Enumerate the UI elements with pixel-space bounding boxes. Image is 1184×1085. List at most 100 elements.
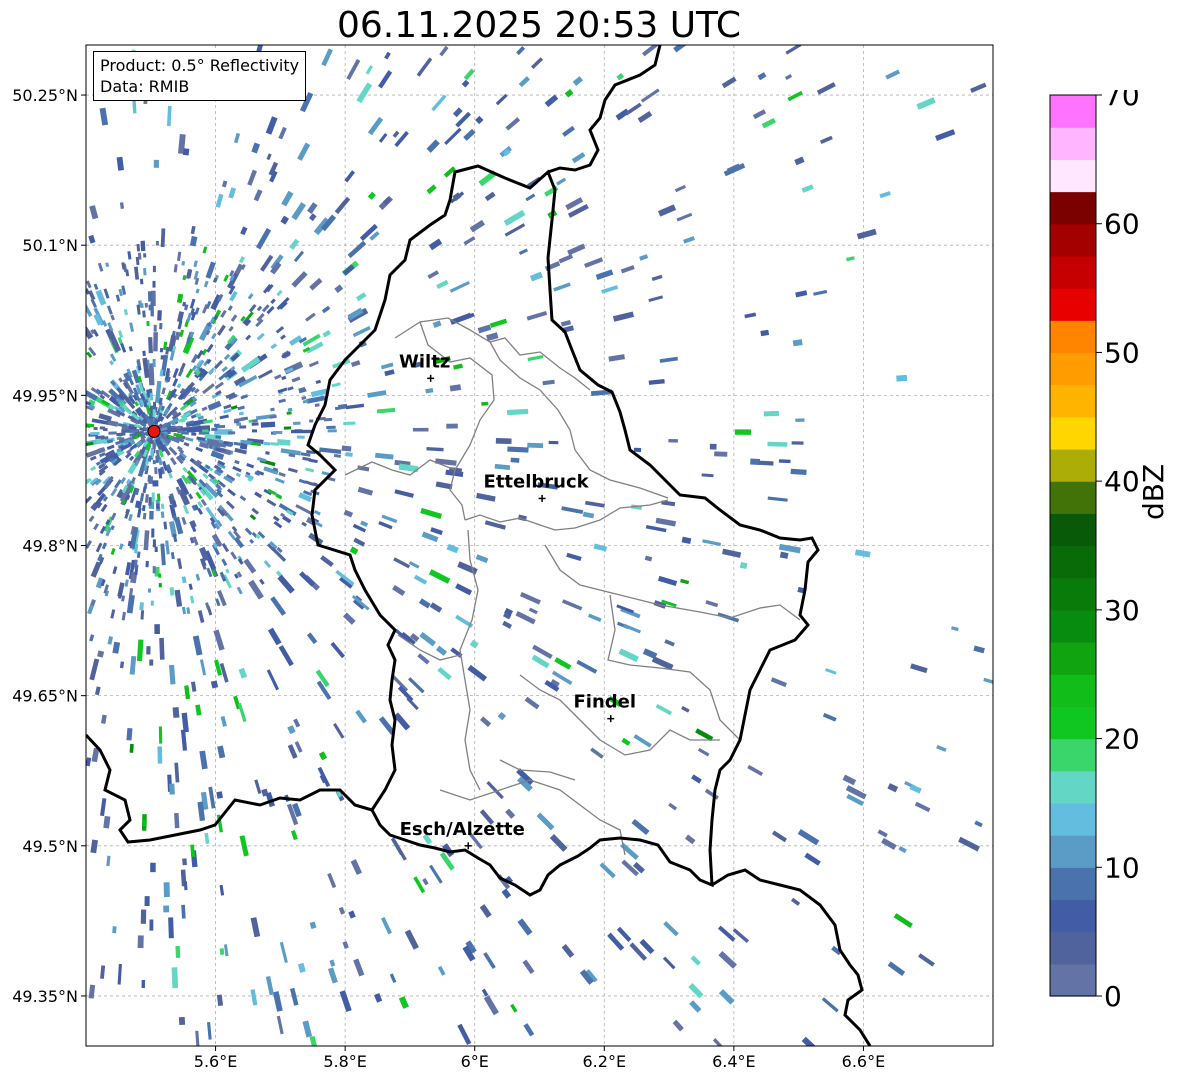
colorbar-band <box>1050 899 1096 933</box>
colorbar-tick-label: 20 <box>1104 723 1140 756</box>
colorbar-ticks: 0 10 20 30 40 50 60 70 <box>1096 79 1140 1013</box>
colorbar-band <box>1050 770 1096 804</box>
radar-echo <box>343 421 356 426</box>
radar-echo <box>152 460 156 465</box>
radar-echo <box>152 280 156 288</box>
radar-echo <box>152 359 156 367</box>
radar-echo <box>153 332 158 352</box>
colorbar-band <box>1050 127 1096 160</box>
radar-echo <box>291 429 313 434</box>
city-label: Findel <box>573 692 636 713</box>
radar-echo <box>506 408 529 416</box>
radar-echo <box>160 355 164 360</box>
radar-echo <box>148 337 153 354</box>
radar-echo <box>152 265 156 273</box>
data-source-label: Data: RMIB <box>100 77 190 96</box>
colorbar-band <box>1050 738 1096 772</box>
radar-echo <box>153 324 157 332</box>
colorbar-band <box>1050 609 1096 643</box>
radar-echo <box>150 862 156 873</box>
radar-echo <box>790 468 807 475</box>
radar-echo <box>767 441 788 447</box>
radar-echo <box>778 459 791 464</box>
radar-echo <box>148 497 152 506</box>
radar-echo <box>323 417 333 422</box>
colorbar-band <box>1050 802 1096 836</box>
radar-echo <box>146 646 151 655</box>
colorbar-tick-label: 30 <box>1104 594 1140 627</box>
colorbar-tick-label: 50 <box>1104 336 1140 369</box>
lat-tick-label: 49.35°N <box>12 987 78 1006</box>
product-info-box: Product: 0.5° Reflectivity Data: RMIB <box>93 51 307 101</box>
radar-echo <box>345 452 353 457</box>
colorbar-tick-label: 10 <box>1104 851 1140 884</box>
radar-echo <box>155 240 159 246</box>
radar-echo <box>144 896 150 907</box>
radar-echo <box>156 503 160 510</box>
radar-echo <box>142 310 146 318</box>
radar-echo <box>202 426 208 430</box>
radar-echo <box>99 426 106 430</box>
colorbar-band <box>1050 577 1096 611</box>
radar-echo <box>160 503 165 510</box>
radar-echo <box>136 243 141 252</box>
radar-echo <box>158 726 163 744</box>
radar-echo <box>126 728 133 741</box>
radar-echo <box>140 240 146 252</box>
lat-tick-label: 49.5°N <box>22 837 78 856</box>
radar-echo <box>150 600 154 606</box>
radar-site-dot <box>147 424 161 438</box>
radar-echo <box>633 447 642 453</box>
radar-echo <box>137 935 144 949</box>
radar-echo <box>260 421 276 428</box>
radar-echo <box>152 480 159 487</box>
radar-echo <box>169 783 175 795</box>
radar-echo <box>163 905 170 913</box>
radar-echo <box>709 443 717 450</box>
radar-echo <box>149 392 154 401</box>
lon-tick-label: 6.2°E <box>583 1052 627 1071</box>
colorbar-band <box>1050 867 1096 901</box>
radar-echo <box>202 429 209 433</box>
colorbar-band <box>1050 352 1096 386</box>
radar-echo <box>149 659 154 666</box>
radar-echo <box>112 926 117 934</box>
radar-echo <box>143 253 147 258</box>
colorbar-label: dBZ <box>1137 463 1170 520</box>
colorbar-band <box>1050 835 1096 868</box>
radar-echo <box>121 429 131 433</box>
colorbar-band <box>1050 191 1096 225</box>
radar-map-canvas: Wiltz Ettelbruck Findel Esch/Alzette 5.6°E 5… <box>12 44 994 1071</box>
city-label: Ettelbruck <box>484 471 590 492</box>
radar-echo <box>168 917 174 939</box>
radar-echo <box>154 624 160 635</box>
lon-tick-label: 6.6°E <box>842 1052 886 1071</box>
radar-echo <box>527 442 544 449</box>
radar-echo <box>326 425 336 430</box>
radar-echo <box>216 791 223 799</box>
radar-echo <box>140 303 144 309</box>
lon-tick-label: 5.8°E <box>323 1052 367 1071</box>
radar-echo <box>140 610 145 620</box>
colorbar-tick-label: 60 <box>1104 208 1140 241</box>
radar-echo <box>178 1016 186 1026</box>
radar-echo <box>252 419 258 423</box>
colorbar-band <box>1050 159 1096 193</box>
radar-echo <box>763 410 779 417</box>
colorbar-band <box>1050 931 1096 965</box>
radar-echo <box>156 493 161 502</box>
radar-echo <box>293 421 301 426</box>
radar-echo <box>296 435 305 439</box>
radar-echo <box>108 431 117 435</box>
colorbar-band <box>1050 963 1096 997</box>
radar-echo <box>154 467 158 474</box>
radar-echo <box>412 427 429 432</box>
radar-echo <box>714 451 728 457</box>
radar-echo <box>228 431 236 435</box>
radar-echo <box>145 560 149 568</box>
radar-echo <box>159 322 163 330</box>
radar-echo <box>152 442 156 449</box>
radar-echo <box>151 492 155 503</box>
lon-tick-label: 5.6°E <box>194 1052 238 1071</box>
radar-echo <box>327 429 337 433</box>
